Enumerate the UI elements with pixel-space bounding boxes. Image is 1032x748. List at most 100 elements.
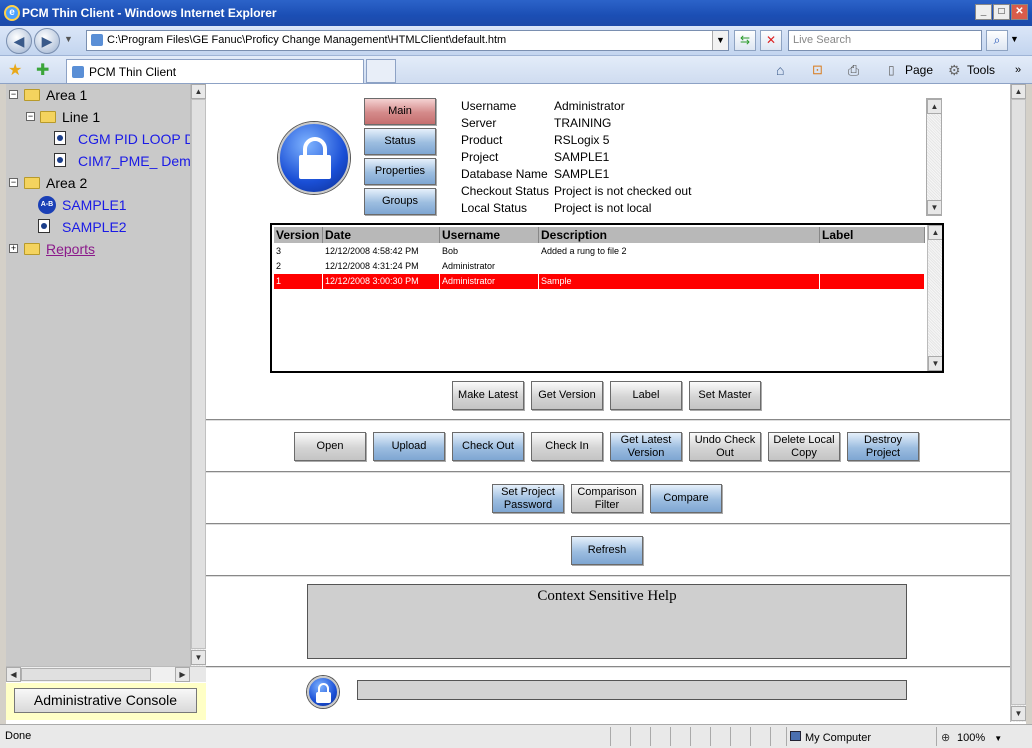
get-version-button[interactable]: Get Version [531, 381, 603, 410]
home-icon[interactable]: ⌂ [776, 61, 784, 79]
print-icon[interactable]: ⎙ [848, 61, 859, 79]
scroll-thumb[interactable] [1011, 99, 1026, 705]
divider [206, 575, 1010, 577]
address-toolbar: ◀ ▶ ▼ C:\Program Files\GE Fanuc\Proficy … [0, 26, 1032, 56]
project-tree[interactable]: − Area 1 − Line 1 CGM PID LOOP DE CIM7_P… [6, 84, 190, 666]
computer-icon [790, 731, 801, 741]
table-scrollbar[interactable]: ▲ ▼ [927, 225, 942, 371]
info-value-database-name: SAMPLE1 [554, 167, 610, 181]
set-project-password-button[interactable]: Set Project Password [492, 484, 564, 513]
column-header-description[interactable]: Description [539, 227, 820, 243]
tree-vertical-scrollbar[interactable]: ▲ ▼ [190, 84, 206, 666]
folder-icon [24, 89, 40, 101]
scroll-up-icon[interactable]: ▲ [191, 84, 206, 99]
scroll-down-icon[interactable]: ▼ [191, 650, 206, 665]
feeds-icon[interactable]: ⊡ [812, 61, 823, 79]
tools-menu[interactable]: Tools [967, 61, 995, 79]
label-button[interactable]: Label [610, 381, 682, 410]
check-out-button[interactable]: Check Out [452, 432, 524, 461]
address-dropdown-icon[interactable]: ▼ [712, 31, 728, 50]
collapse-line1-icon[interactable]: − [26, 112, 35, 121]
scroll-down-icon[interactable]: ▼ [928, 356, 942, 371]
add-favorite-icon[interactable]: ✚ [36, 60, 49, 80]
refresh-button[interactable]: Refresh [571, 536, 643, 565]
groups-tab-button[interactable]: Groups [364, 188, 436, 215]
cell-description: Added a rung to file 2 [541, 246, 627, 256]
table-row[interactable]: 2 12/12/2008 4:31:24 PM Administrator [274, 259, 925, 274]
scroll-thumb[interactable] [21, 668, 151, 681]
search-input[interactable]: Live Search [788, 30, 982, 51]
status-segment [650, 727, 670, 746]
scroll-thumb[interactable] [191, 99, 206, 649]
column-header-date[interactable]: Date [323, 227, 440, 243]
table-row[interactable]: 3 12/12/2008 4:58:42 PM Bob Added a rung… [274, 244, 925, 259]
scroll-up-icon[interactable]: ▲ [927, 99, 942, 114]
tree-item-sample1[interactable]: SAMPLE1 [62, 196, 127, 214]
scroll-down-icon[interactable]: ▼ [1011, 706, 1026, 721]
security-zone[interactable]: My Computer [786, 727, 936, 746]
undo-check-out-button[interactable]: Undo Check Out [689, 432, 761, 461]
tree-item-cim7-pme-demo[interactable]: CIM7_PME_ Demo [78, 152, 190, 170]
page-vertical-scrollbar[interactable]: ▲ ▼ [1010, 84, 1026, 722]
status-tab-button[interactable]: Status [364, 128, 436, 155]
tree-area-1[interactable]: Area 1 [46, 86, 87, 104]
compare-button[interactable]: Compare [650, 484, 722, 513]
info-scrollbar[interactable]: ▲ ▼ [926, 98, 942, 216]
tree-area-2[interactable]: Area 2 [46, 174, 87, 192]
info-label-username: Username [461, 99, 517, 113]
table-row-selected[interactable]: 1 12/12/2008 3:00:30 PM Administrator Sa… [274, 274, 925, 289]
refresh-icon[interactable]: ⇆ [734, 30, 756, 51]
tree-line-1[interactable]: Line 1 [62, 108, 100, 126]
stop-icon[interactable]: ✕ [760, 30, 782, 51]
search-icon[interactable]: ⌕ [986, 30, 1008, 51]
page-menu[interactable]: Page [905, 61, 933, 79]
column-header-username[interactable]: Username [440, 227, 539, 243]
minimize-button[interactable]: _ [975, 4, 992, 20]
scroll-down-icon[interactable]: ▼ [927, 200, 942, 215]
favorites-star-icon[interactable]: ★ [8, 60, 22, 80]
get-latest-version-button[interactable]: Get Latest Version [610, 432, 682, 461]
search-options-icon[interactable]: ▼ [1010, 34, 1019, 44]
administrative-console-button[interactable]: Administrative Console [14, 688, 197, 713]
destroy-project-button[interactable]: Destroy Project [847, 432, 919, 461]
set-master-button[interactable]: Set Master [689, 381, 761, 410]
collapse-area1-icon[interactable]: − [9, 90, 18, 99]
open-button[interactable]: Open [294, 432, 366, 461]
tree-reports-link[interactable]: Reports [46, 240, 95, 258]
check-in-button[interactable]: Check In [531, 432, 603, 461]
close-button[interactable]: ✕ [1011, 4, 1028, 20]
tree-horizontal-scrollbar[interactable]: ◀ ▶ [6, 666, 206, 682]
tree-item-sample2[interactable]: SAMPLE2 [62, 218, 127, 236]
recent-pages-dropdown-icon[interactable]: ▼ [64, 34, 73, 44]
scroll-up-icon[interactable]: ▲ [1011, 84, 1026, 99]
collapse-area2-icon[interactable]: − [9, 178, 18, 187]
tree-item-cgm-pid-loop[interactable]: CGM PID LOOP DE [78, 130, 190, 148]
tab-pcm-thin-client[interactable]: PCM Thin Client [66, 59, 364, 83]
maximize-button[interactable]: □ [993, 4, 1010, 20]
main-tab-button[interactable]: Main [364, 98, 436, 125]
back-arrow-icon[interactable]: ◀ [6, 28, 32, 54]
window-border [1026, 84, 1032, 724]
upload-button[interactable]: Upload [373, 432, 445, 461]
main-panel: Main Status Properties Groups Username S… [206, 84, 1010, 722]
column-header-label[interactable]: Label [820, 227, 925, 243]
scroll-up-icon[interactable]: ▲ [928, 225, 942, 240]
column-header-version[interactable]: Version [274, 227, 323, 243]
chevron-more-icon[interactable]: » [1015, 61, 1021, 79]
make-latest-button[interactable]: Make Latest [452, 381, 524, 410]
expand-reports-icon[interactable]: + [9, 244, 18, 253]
zoom-control[interactable]: ⊕ 100% ▼ [936, 727, 1026, 746]
scroll-left-icon[interactable]: ◀ [6, 667, 21, 682]
version-history-table[interactable]: Version Date Username Description Label … [270, 223, 944, 373]
status-segment [770, 727, 786, 746]
status-segment [730, 727, 750, 746]
properties-tab-button[interactable]: Properties [364, 158, 436, 185]
new-tab-button[interactable] [366, 59, 396, 83]
address-bar[interactable]: C:\Program Files\GE Fanuc\Proficy Change… [86, 30, 729, 51]
zoom-dropdown-icon[interactable]: ▼ [994, 734, 1002, 743]
delete-local-copy-button[interactable]: Delete Local Copy [768, 432, 840, 461]
scroll-right-icon[interactable]: ▶ [175, 667, 190, 682]
page-icon [72, 66, 84, 78]
forward-arrow-icon[interactable]: ▶ [34, 28, 60, 54]
comparison-filter-button[interactable]: Comparison Filter [571, 484, 643, 513]
